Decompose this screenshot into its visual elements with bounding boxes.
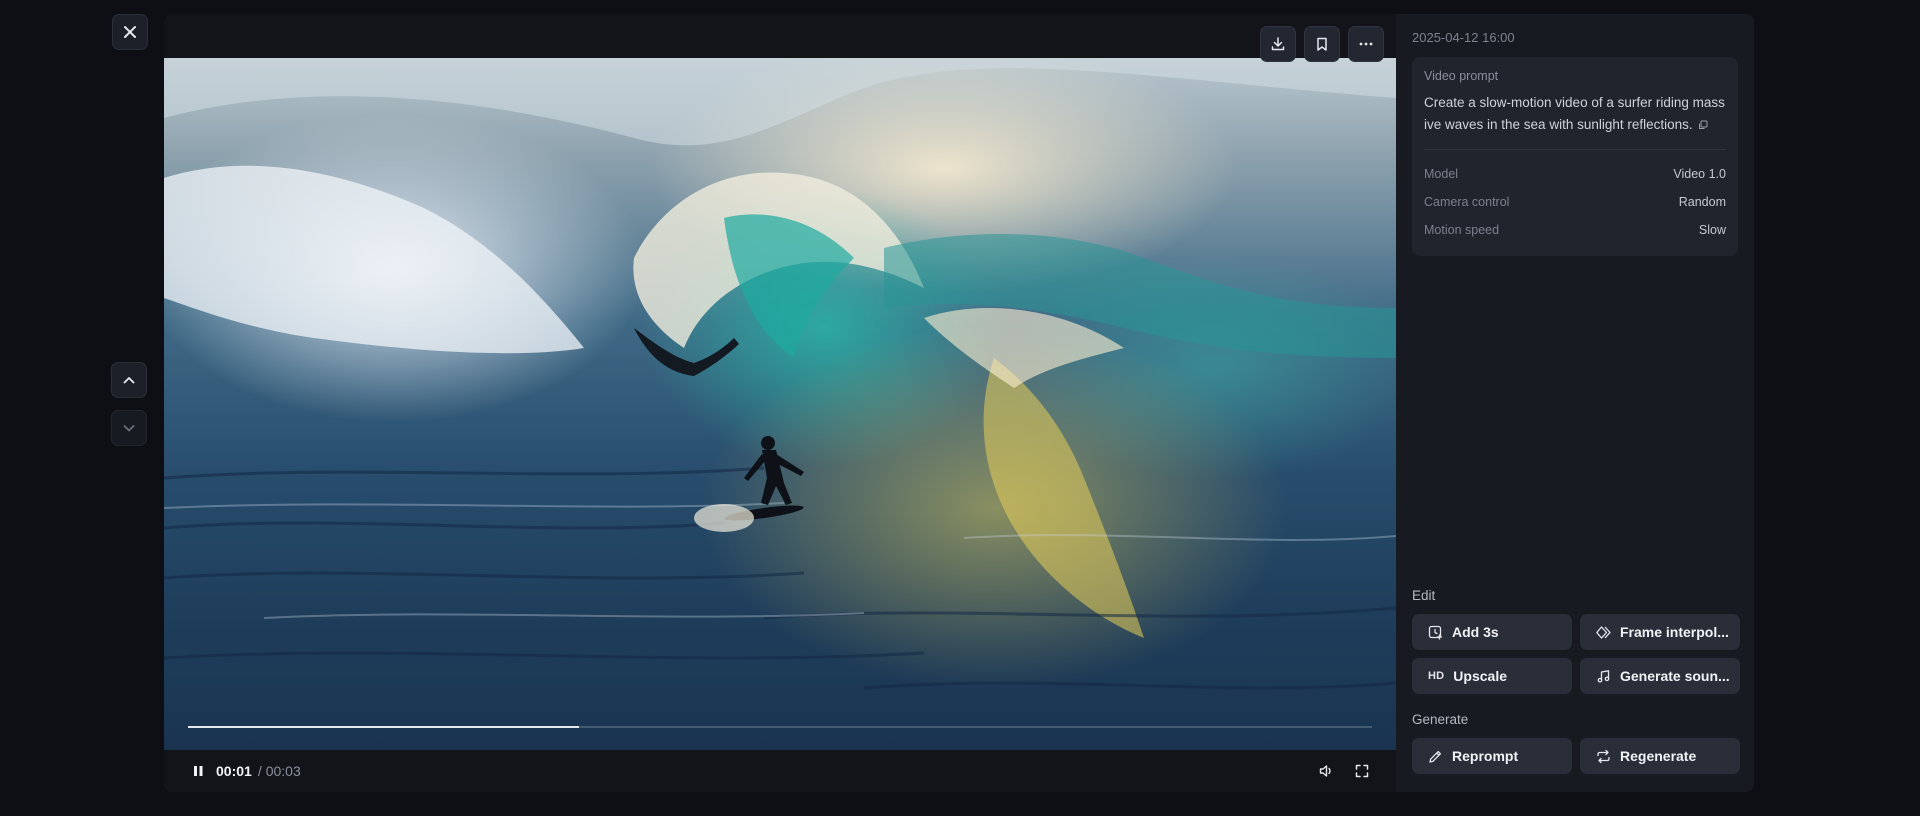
chevron-up-icon	[123, 377, 135, 384]
volume-button[interactable]	[1314, 759, 1338, 783]
prompt-text-wrap: Create a slow-motion video of a surfer r…	[1424, 92, 1726, 137]
hd-icon: HD	[1428, 670, 1445, 682]
meta-value: Video 1.0	[1673, 167, 1726, 181]
action-label: Frame interpol...	[1620, 624, 1729, 640]
action-label: Add 3s	[1452, 624, 1499, 640]
meta-row-camera-control: Camera control Random	[1424, 188, 1726, 216]
fullscreen-icon	[1355, 764, 1369, 778]
progress-fill	[188, 726, 579, 728]
card-divider	[1424, 149, 1726, 150]
generate-title: Generate	[1412, 712, 1469, 727]
video-detail-modal: 00:01 / 00:03 2025-04-12 16:00 Video pro…	[0, 0, 1920, 816]
player-controls: 00:01 / 00:03	[186, 750, 1374, 792]
prompt-text: Create a slow-motion video of a surfer r…	[1424, 95, 1725, 132]
edit-title: Edit	[1412, 588, 1436, 603]
meta-key: Model	[1424, 167, 1459, 181]
total-time: 00:03	[265, 763, 301, 779]
copy-icon[interactable]	[1698, 115, 1708, 137]
close-button[interactable]	[112, 14, 148, 50]
video-viewer: 00:01 / 00:03	[164, 14, 1396, 792]
meta-row-model: Model Video 1.0	[1424, 160, 1726, 188]
add-time-icon	[1428, 625, 1443, 640]
download-button[interactable]	[1260, 26, 1296, 62]
download-icon	[1271, 37, 1285, 51]
regenerate-button[interactable]: Regenerate	[1580, 738, 1740, 774]
time-separator: /	[257, 763, 262, 779]
current-time: 00:01	[216, 763, 252, 779]
action-label: Reprompt	[1452, 748, 1519, 764]
more-icon	[1359, 42, 1373, 46]
close-icon	[124, 26, 136, 38]
meta-key: Motion speed	[1424, 223, 1500, 237]
volume-icon	[1319, 765, 1331, 777]
meta-value: Random	[1678, 195, 1726, 209]
progress-bar[interactable]	[188, 726, 1372, 728]
action-label: Upscale	[1453, 668, 1507, 684]
created-date: 2025-04-12 16:00	[1412, 30, 1515, 45]
frame-interpolation-button[interactable]: Frame interpol...	[1580, 614, 1740, 650]
chevron-down-icon	[123, 425, 135, 432]
pause-icon	[194, 766, 203, 776]
action-label: Regenerate	[1620, 748, 1697, 764]
prompt-card: Video prompt Create a slow-motion video …	[1412, 57, 1738, 256]
edit-section: Edit Add 3s Frame interpol... HD Upscale…	[1412, 588, 1740, 694]
prompt-label: Video prompt	[1424, 69, 1499, 83]
generate-sound-button[interactable]: Generate soun...	[1580, 658, 1740, 694]
generate-section: Generate Reprompt Regenerate	[1412, 712, 1740, 774]
bookmark-button[interactable]	[1304, 26, 1340, 62]
meta-key: Camera control	[1424, 195, 1510, 209]
video-frame[interactable]	[164, 58, 1396, 750]
meta-row-motion-speed: Motion speed Slow	[1424, 216, 1726, 244]
bookmark-icon	[1317, 37, 1327, 51]
meta-value: Slow	[1698, 223, 1726, 237]
pause-button[interactable]	[186, 759, 210, 783]
next-button[interactable]	[111, 410, 147, 446]
action-label: Generate soun...	[1620, 668, 1730, 684]
music-note-icon	[1597, 669, 1610, 683]
add-3s-button[interactable]: Add 3s	[1412, 614, 1572, 650]
more-button[interactable]	[1348, 26, 1384, 62]
reprompt-button[interactable]: Reprompt	[1412, 738, 1572, 774]
surf-scene-illustration	[164, 58, 1396, 690]
diamond-icon	[1596, 625, 1611, 639]
repeat-icon	[1597, 749, 1610, 763]
details-panel: 2025-04-12 16:00 Video prompt Create a s…	[1396, 14, 1754, 792]
pencil-icon	[1429, 750, 1442, 763]
video-toolbar	[1260, 26, 1384, 62]
previous-button[interactable]	[111, 362, 147, 398]
fullscreen-button[interactable]	[1350, 759, 1374, 783]
upscale-button[interactable]: HD Upscale	[1412, 658, 1572, 694]
